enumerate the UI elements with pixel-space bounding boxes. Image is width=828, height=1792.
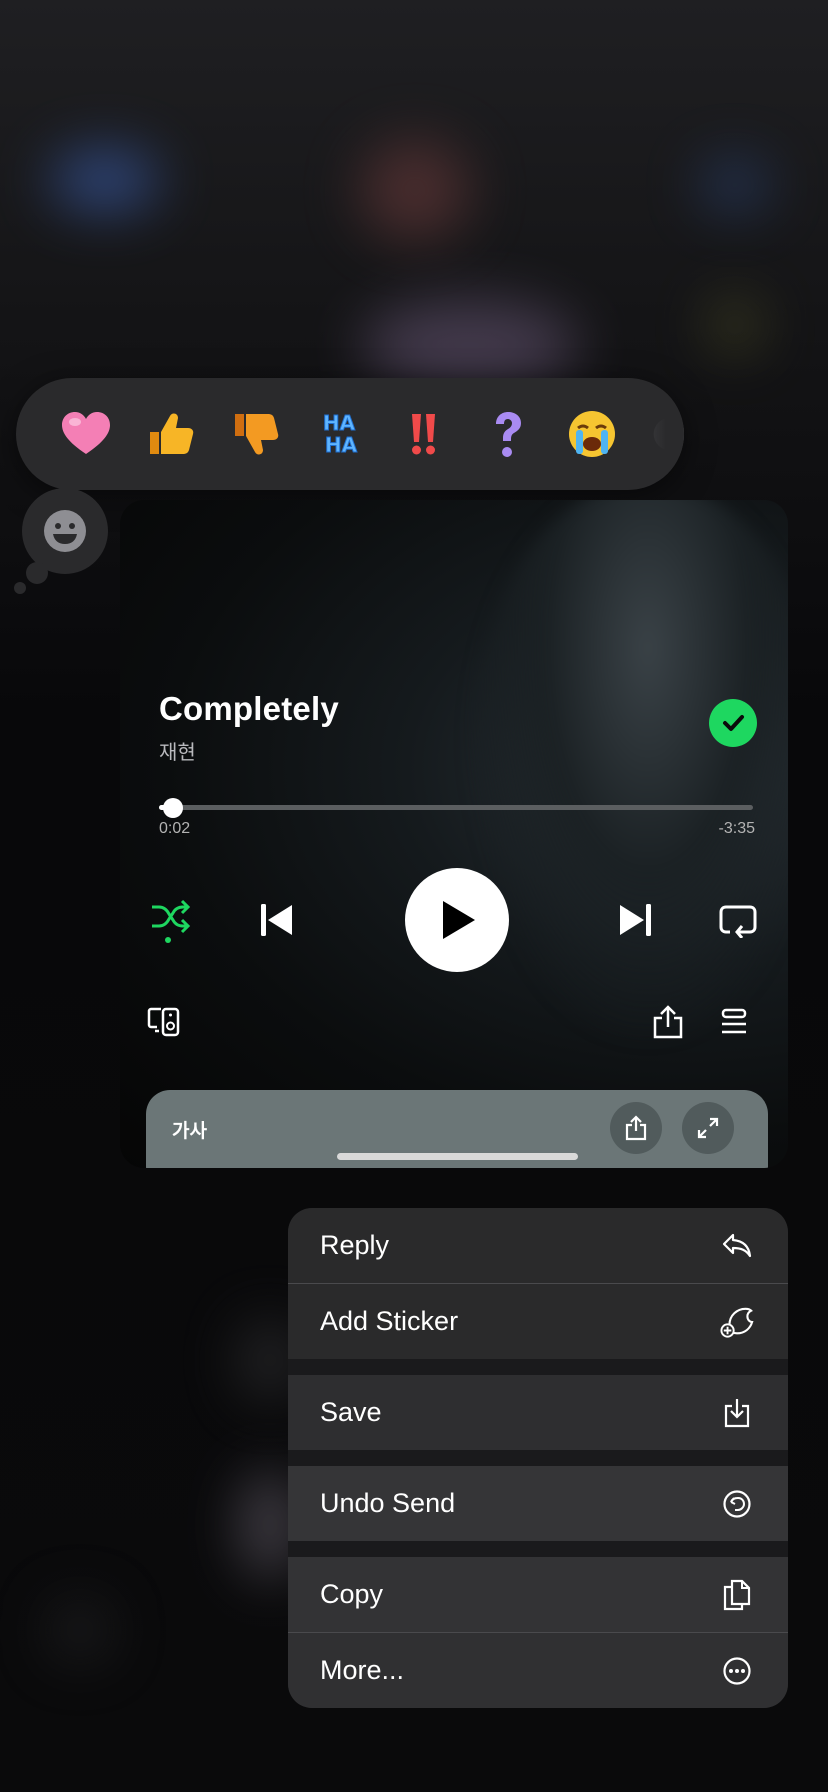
reply-icon — [720, 1229, 754, 1263]
thumbs-up-reaction-icon[interactable] — [128, 390, 212, 478]
haha-reaction-icon[interactable]: HA HA — [297, 390, 381, 478]
reaction-bar-fade — [624, 378, 684, 490]
remaining-time: -3:35 — [718, 820, 755, 837]
haha-text-bottom: HA — [325, 433, 358, 457]
menu-item-label: Undo Send — [320, 1488, 456, 1518]
share-icon — [625, 1115, 647, 1141]
menu-item-label: Add Sticker — [320, 1306, 459, 1336]
menu-item-undo-send[interactable]: Undo Send — [288, 1466, 788, 1541]
song-title: Completely — [159, 690, 339, 727]
more-icon — [720, 1654, 754, 1688]
play-icon — [443, 901, 475, 939]
queue-icon — [721, 1008, 747, 1034]
skip-forward-icon — [620, 904, 651, 936]
menu-item-reply[interactable]: Reply — [288, 1208, 788, 1283]
music-player-card[interactable]: Completely 재현 0:02 -3:35 가사 — [120, 500, 788, 1168]
question-reaction-icon[interactable] — [465, 390, 549, 478]
devices-icon — [147, 1007, 180, 1037]
repeat-button[interactable] — [710, 896, 766, 944]
repeat-icon — [719, 905, 757, 938]
menu-item-save[interactable]: Save — [288, 1375, 788, 1450]
elapsed-time: 0:02 — [159, 820, 191, 837]
haha-text-top: HA — [323, 411, 356, 435]
smiley-sticker-icon — [44, 510, 86, 552]
copy-icon — [720, 1578, 754, 1612]
connect-device-button[interactable] — [142, 1000, 186, 1044]
progress-track[interactable] — [159, 805, 753, 810]
share-icon — [653, 1005, 683, 1039]
menu-item-label: Copy — [320, 1579, 384, 1609]
lyrics-label: 가사 — [172, 1121, 207, 1142]
shuffle-icon — [152, 899, 191, 943]
next-button[interactable] — [612, 896, 660, 944]
menu-item-more[interactable]: More... — [288, 1633, 788, 1708]
bubble-tail-dot-small — [14, 582, 26, 594]
thumbs-down-reaction-icon[interactable] — [213, 390, 297, 478]
previous-button[interactable] — [252, 896, 300, 944]
album-art-background — [468, 500, 788, 1040]
share-button[interactable] — [646, 1000, 690, 1044]
liked-check-icon[interactable] — [709, 699, 757, 747]
queue-button[interactable] — [712, 1000, 756, 1044]
bubble-tail-dot — [26, 562, 48, 584]
song-artist: 재현 — [159, 742, 196, 764]
lyrics-share-button[interactable] — [610, 1102, 662, 1154]
reaction-bar: HA HA — [16, 378, 684, 490]
lyrics-expand-button[interactable] — [682, 1102, 734, 1154]
shuffle-button[interactable] — [140, 892, 200, 948]
context-menu: Reply Add Sticker Save Undo Send Copy Mo… — [288, 1208, 788, 1708]
menu-item-label: More... — [320, 1655, 405, 1685]
heart-reaction-icon[interactable] — [44, 390, 128, 478]
add-sticker-icon — [720, 1305, 754, 1339]
exclamation-reaction-icon[interactable] — [381, 390, 465, 478]
menu-item-copy[interactable]: Copy — [288, 1557, 788, 1632]
skip-back-icon — [261, 904, 292, 936]
home-indicator[interactable] — [337, 1153, 578, 1160]
menu-item-label: Save — [320, 1397, 382, 1427]
crying-face-reaction-icon[interactable] — [550, 390, 634, 478]
menu-item-add-sticker[interactable]: Add Sticker — [288, 1284, 788, 1359]
undo-send-icon — [720, 1487, 754, 1521]
progress-knob[interactable] — [162, 798, 183, 818]
menu-item-label: Reply — [320, 1230, 390, 1260]
play-button[interactable] — [405, 868, 509, 972]
save-icon — [720, 1396, 754, 1430]
expand-icon — [697, 1117, 719, 1139]
